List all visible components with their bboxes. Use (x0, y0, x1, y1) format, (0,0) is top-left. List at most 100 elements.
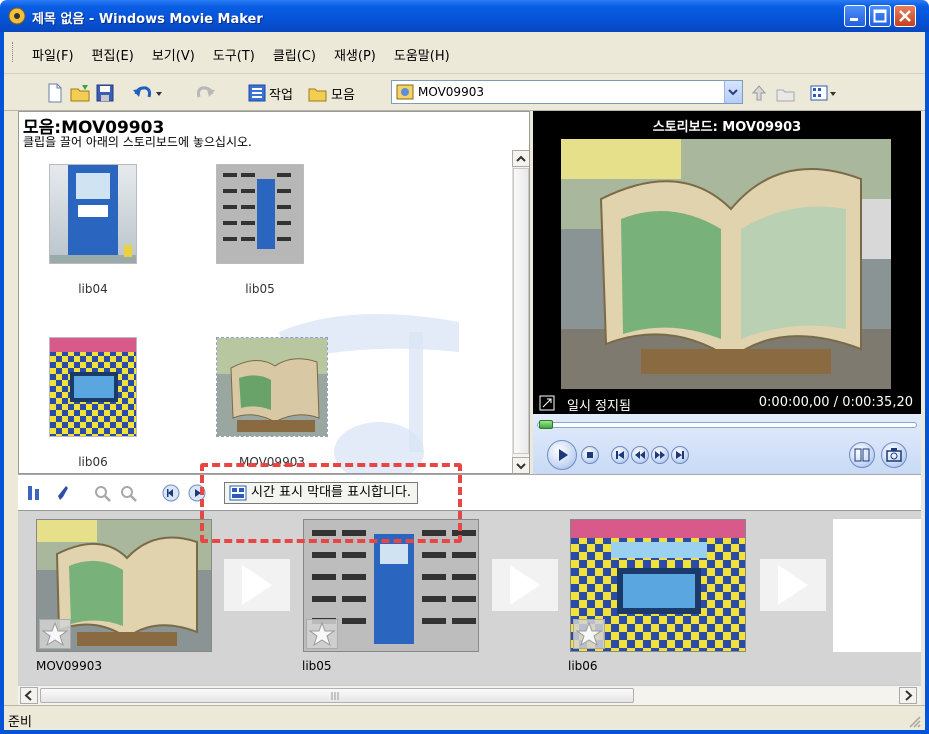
video-effects-slot[interactable] (39, 619, 71, 649)
seek-slider[interactable] (539, 420, 553, 429)
forward-button[interactable] (651, 446, 669, 464)
clip-thumbnail-lockers (217, 165, 303, 263)
thumbnail-view-icon (810, 85, 828, 101)
show-timeline-button[interactable]: 시간 표시 막대를 표시합니다. (224, 482, 419, 504)
collection-select[interactable]: MOV09903 (391, 80, 743, 104)
set-audio-levels-icon[interactable] (26, 485, 42, 501)
grip-icon (331, 692, 339, 700)
redo-button[interactable] (194, 81, 216, 105)
preview-title: 스토리보드: MOV09903 (652, 120, 802, 135)
collection-clip-lib06[interactable] (49, 337, 137, 437)
resize-grip-icon[interactable] (907, 714, 921, 728)
stop-button[interactable] (581, 446, 599, 464)
preview-monitor: 스토리보드: MOV09903 일시 정지됨 0:00:00,00 / 0:00… (533, 111, 921, 474)
video-transition-slot[interactable] (224, 559, 290, 611)
scroll-left-button[interactable] (20, 687, 38, 704)
storyboard-empty-slot[interactable] (833, 519, 921, 652)
previous-frame-button[interactable] (611, 446, 629, 464)
storyboard-horizontal-scrollbar[interactable] (18, 685, 921, 705)
take-picture-button[interactable] (881, 442, 907, 468)
menu-clip[interactable]: 클립(C) (273, 45, 316, 64)
menu-help[interactable]: 도움말(H) (394, 45, 450, 64)
play-storyboard-icon[interactable] (188, 484, 206, 502)
star-icon (41, 621, 69, 647)
zoom-in-icon[interactable] (94, 485, 112, 503)
chevron-down-icon (516, 463, 526, 470)
views-button[interactable] (810, 81, 838, 105)
minimize-button[interactable] (844, 5, 866, 27)
menu-edit[interactable]: 편집(E) (92, 45, 134, 64)
undo-button[interactable] (132, 81, 164, 105)
tasks-label: 작업 (269, 87, 293, 103)
collection-clip-mov09903[interactable] (216, 337, 328, 437)
tasks-button[interactable]: 작업 (248, 81, 293, 105)
menu-tools[interactable]: 도구(T) (213, 45, 255, 64)
narrate-microphone-icon[interactable] (54, 484, 70, 502)
new-project-button[interactable] (46, 81, 64, 105)
zoom-out-icon[interactable] (120, 485, 138, 503)
collection-clip-lib05[interactable] (216, 164, 304, 264)
storyboard-clip-label: MOV09903 (36, 659, 102, 673)
status-bar: 준비 (4, 705, 925, 730)
storyboard-clip-label: lib06 (568, 659, 598, 673)
redo-arrow-icon (196, 86, 215, 98)
transition-arrow-icon (242, 565, 272, 605)
collection-clip-lib04[interactable] (49, 164, 137, 264)
menu-play[interactable]: 재생(P) (334, 45, 376, 64)
maximize-button[interactable] (869, 5, 891, 27)
close-button[interactable] (894, 5, 916, 27)
collection-clip-label: lib04 (78, 282, 108, 296)
rewind-button[interactable] (631, 446, 649, 464)
collection-dropdown-button[interactable] (724, 81, 742, 103)
collection-vertical-scrollbar[interactable] (512, 150, 529, 473)
storyboard-clip-lib05[interactable] (303, 519, 479, 652)
video-transition-slot[interactable] (492, 559, 558, 611)
save-project-button[interactable] (96, 81, 114, 105)
new-collection-button[interactable] (776, 81, 796, 105)
menu-view[interactable]: 보기(V) (152, 45, 195, 64)
chevron-down-icon (830, 92, 836, 96)
menu-file[interactable]: 파일(F) (32, 45, 74, 64)
rewind-storyboard-icon[interactable] (162, 484, 180, 502)
scroll-up-button[interactable] (512, 150, 529, 167)
fullscreen-icon[interactable] (539, 395, 555, 411)
skip-back-icon (616, 451, 624, 459)
video-effects-slot[interactable] (573, 619, 605, 649)
storyboard-toolbar: 시간 표시 막대를 표시합니다. (18, 474, 921, 510)
seek-bar[interactable] (537, 422, 917, 428)
collection-film-icon (396, 84, 414, 100)
split-clip-button[interactable] (849, 442, 875, 468)
window-title: 제목 없음 - Windows Movie Maker (32, 12, 263, 27)
menu-grip (12, 42, 15, 62)
undo-arrow-icon (133, 86, 152, 98)
fast-forward-icon (655, 451, 665, 459)
scroll-right-button[interactable] (899, 687, 917, 704)
stop-icon (587, 452, 593, 458)
preview-image-book-sculpture (561, 139, 891, 389)
storyboard-scroll-thumb[interactable] (40, 688, 634, 703)
up-folder-icon (751, 85, 767, 101)
clip-thumbnail-checkered-screen (50, 338, 136, 436)
preview-status-row: 일시 정지됨 0:00:00,00 / 0:00:35,20 (533, 392, 921, 414)
main-toolbar: 작업 모음 MOV09903 (4, 75, 925, 111)
chevron-down-icon (728, 89, 738, 96)
storyboard-clip-mov09903[interactable] (36, 519, 212, 652)
timeline-icon (229, 485, 247, 501)
transition-arrow-icon (510, 565, 540, 605)
scroll-down-button[interactable] (512, 457, 529, 473)
storyboard-clip-label: lib05 (302, 659, 332, 673)
play-button[interactable] (547, 440, 577, 470)
title-bar[interactable]: 제목 없음 - Windows Movie Maker (0, 0, 929, 32)
video-transition-slot[interactable] (760, 559, 826, 611)
rewind-icon (635, 451, 645, 459)
tasks-list-icon (248, 84, 266, 102)
open-project-button[interactable] (70, 81, 92, 105)
next-frame-button[interactable] (671, 446, 689, 464)
playback-status: 일시 정지됨 (567, 399, 631, 414)
collections-button[interactable]: 모음 (308, 81, 355, 105)
collection-scroll-thumb[interactable] (513, 168, 529, 454)
storyboard-clip-lib06[interactable] (570, 519, 746, 652)
video-effects-slot[interactable] (306, 619, 338, 649)
split-clip-icon (854, 448, 870, 462)
up-level-button[interactable] (750, 81, 768, 105)
